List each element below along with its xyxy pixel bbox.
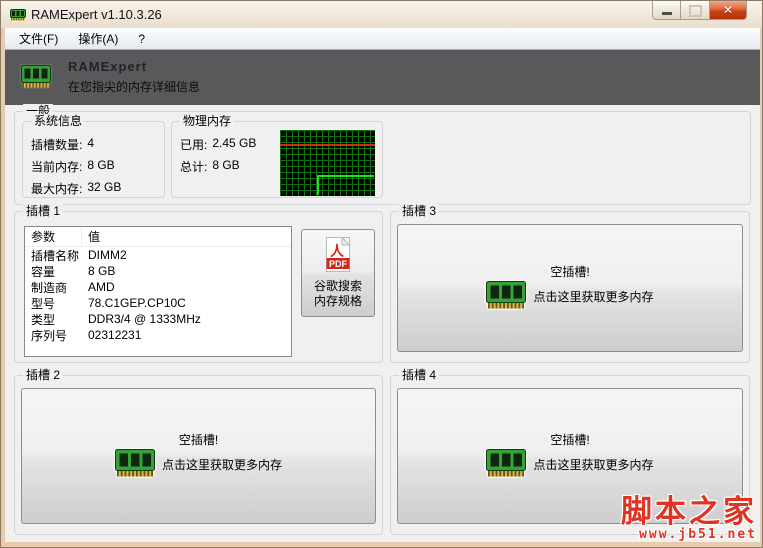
maximize-button[interactable] [681,1,710,20]
row-value: DIMM2 [88,248,127,262]
maximize-icon [688,4,702,17]
empty-slot-row: 点击这里获取更多内存 [114,448,282,480]
empty-slot-title: 空插槽! [550,432,590,447]
empty-slot-title: 空插槽! [550,264,590,279]
memory-usage-graph [280,130,375,196]
minimize-icon [661,12,672,15]
svg-text:人: 人 [330,243,345,260]
slot2-empty-button[interactable]: 空插槽! 点击这里获取更多内存 [21,388,376,524]
close-icon: ✕ [722,3,734,17]
physical-memory-group: 物理内存 已用: 2.45 GB 总计: 8 GB [171,114,383,198]
empty-slot-subtitle: 点击这里获取更多内存 [533,457,654,472]
app-header: RAMExpert 在您指尖的内存详细信息 [5,50,760,105]
slot1-detail-table: 参数 值 插槽名称 DIMM2 容量 8 GB 制造商 AMD 型号 78.C1… [24,226,292,357]
slot-count-row: 插槽数量: 4 [31,136,121,153]
app-name: RAMExpert [68,59,148,74]
physical-memory-rows: 已用: 2.45 GB 总计: 8 GB [180,136,256,175]
app-tagline: 在您指尖的内存详细信息 [68,80,201,94]
row-value: AMD [88,280,115,294]
table-row[interactable]: 容量 8 GB [25,263,291,279]
pdf-label-line2: 内存规格 [313,294,362,308]
row-value: DDR3/4 @ 1333MHz [88,312,201,326]
table-row[interactable]: 制造商 AMD [25,279,291,295]
empty-slot-row: 点击这里获取更多内存 [486,448,654,480]
menu-bar: 文件(F) 操作(A) ? [5,28,760,50]
title-bar[interactable]: RAMExpert v1.10.3.26 ✕ [1,1,762,28]
pdf-button-label: 谷歌搜索 内存规格 [314,279,362,309]
max-memory-label: 最大内存: [31,182,83,196]
app-ram-icon [10,9,26,24]
slot3-empty-button[interactable]: 空插槽! 点击这里获取更多内存 [397,224,743,352]
used-memory-row: 已用: 2.45 GB [180,136,256,153]
ram-icon [114,448,155,480]
row-label: 类型 [31,312,56,327]
system-info-label: 系统信息 [31,114,86,129]
slot-count-label: 插槽数量: [31,138,83,152]
param-column-header[interactable]: 参数 [25,227,82,246]
row-label: 制造商 [31,280,68,295]
slot4-empty-button[interactable]: 空插槽! 点击这里获取更多内存 [397,388,743,524]
value-column-header[interactable]: 值 [82,228,100,245]
used-memory-value: 2.45 GB [212,136,257,150]
menu-file[interactable]: 文件(F) [9,27,68,50]
row-value: 02312231 [88,328,142,342]
table-row[interactable]: 型号 78.C1GEP.CP10C [25,295,291,311]
row-value: 78.C1GEP.CP10C [88,296,186,310]
table-header-row: 参数 值 [25,227,291,247]
window-title: RAMExpert v1.10.3.26 [31,7,162,22]
used-memory-label: 已用: [180,138,208,152]
empty-slot-subtitle: 点击这里获取更多内存 [161,457,282,472]
minimize-button[interactable] [652,1,681,20]
slot4-label: 插槽 4 [399,368,440,383]
table-row[interactable]: 序列号 02312231 [25,327,291,343]
menu-help[interactable]: ? [128,29,155,49]
google-search-specs-button[interactable]: 人 PDF 谷歌搜索 内存规格 [301,229,375,317]
ram-icon [486,280,527,312]
max-memory-value: 32 GB [87,180,122,194]
total-memory-row: 总计: 8 GB [180,158,256,175]
slot4-group: 插槽 4 空插槽! 点击这里获取更多内存 [390,368,750,535]
row-label: 容量 [31,264,56,279]
slot1-label: 插槽 1 [23,204,64,219]
slot3-label: 插槽 3 [399,204,440,219]
current-memory-value: 8 GB [87,158,115,172]
physical-memory-label: 物理内存 [180,114,235,129]
table-row[interactable]: 插槽名称 DIMM2 [25,247,291,263]
total-memory-label: 总计: [180,160,208,174]
close-button[interactable]: ✕ [710,1,747,20]
used-memory-line [317,175,374,195]
system-info-group: 系统信息 插槽数量: 4 当前内存: 8 GB 最大内存: 32 GB [22,114,165,198]
empty-slot-title: 空插槽! [178,432,219,447]
slot2-label: 插槽 2 [23,368,64,383]
slot-count-value: 4 [87,136,95,150]
ram-icon [21,65,51,91]
slot1-group: 插槽 1 参数 值 插槽名称 DIMM2 容量 8 GB 制造商 AMD 型号 … [14,204,383,363]
ram-icon [486,448,527,480]
empty-slot-row: 点击这里获取更多内存 [486,280,654,312]
pdf-label-line1: 谷歌搜索 [313,279,362,293]
current-memory-row: 当前内存: 8 GB [31,158,121,175]
pdf-icon: 人 PDF [324,236,352,275]
row-label: 序列号 [31,328,68,343]
system-info-rows: 插槽数量: 4 当前内存: 8 GB 最大内存: 32 GB [31,136,121,197]
total-memory-value: 8 GB [212,158,240,172]
row-value: 8 GB [88,264,116,278]
ramexpert-window: RAMExpert v1.10.3.26 ✕ 文件(F) 操作(A) ? RAM… [0,0,763,548]
row-label: 型号 [31,296,56,311]
slot3-group: 插槽 3 空插槽! 点击这里获取更多内存 [390,204,750,363]
pdf-icon-text: PDF [329,259,348,269]
window-controls: ✕ [652,1,747,20]
slot2-group: 插槽 2 空插槽! 点击这里获取更多内存 [14,368,383,535]
max-memory-row: 最大内存: 32 GB [31,180,121,197]
row-label: 插槽名称 [31,248,80,263]
menu-action[interactable]: 操作(A) [68,27,128,50]
table-row[interactable]: 类型 DDR3/4 @ 1333MHz [25,311,291,327]
current-memory-label: 当前内存: [31,160,83,174]
empty-slot-subtitle: 点击这里获取更多内存 [533,289,654,304]
